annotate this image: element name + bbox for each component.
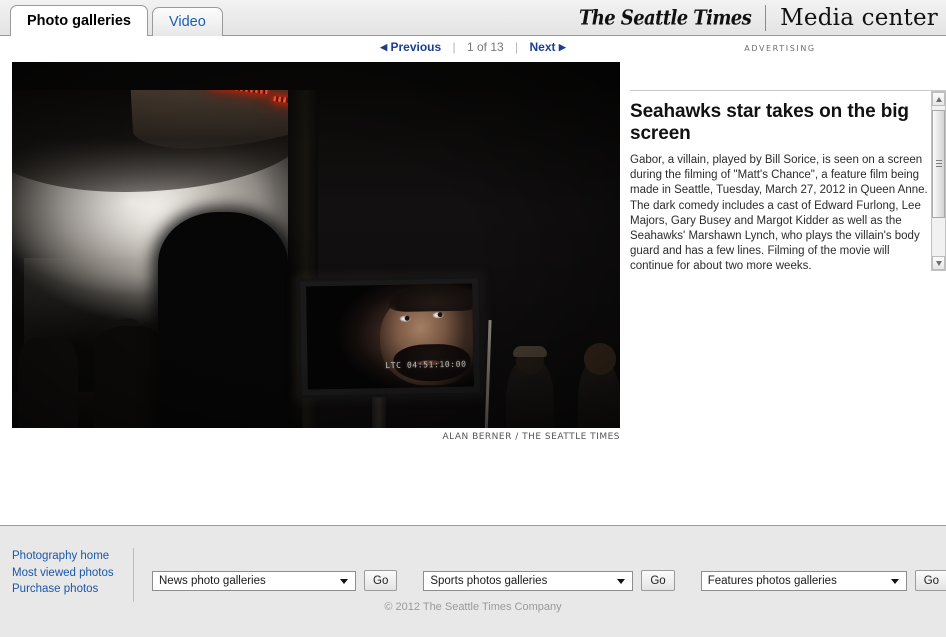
footer-divider — [133, 548, 134, 602]
masthead: The Seattle Times Media center — [579, 2, 938, 34]
footer-links: Photography home Most viewed photos Purc… — [12, 548, 128, 598]
footer-link-most-viewed-photos[interactable]: Most viewed photos — [12, 565, 128, 582]
site-footer: Photography home Most viewed photos Purc… — [0, 525, 946, 637]
scrollbar-grip-icon — [936, 160, 942, 168]
features-gallery-selector-group: Features photos galleries Go — [700, 570, 946, 591]
tab-video[interactable]: Video — [151, 7, 223, 36]
copyright-text: © 2012 The Seattle Times Company — [384, 601, 562, 613]
caption-scrollbar[interactable] — [931, 91, 946, 271]
site-header: Photo galleries Video The Seattle Times … — [0, 0, 946, 37]
gallery-photo[interactable]: LTC 04:51:10:00 — [12, 62, 620, 428]
page-root: Photo galleries Video The Seattle Times … — [0, 0, 946, 637]
page-counter: 1 of 13 — [466, 40, 504, 54]
gallery-nav-strip: ◀ Previous | 1 of 13 | Next ▶ ADVERTISIN… — [0, 36, 946, 62]
footer-link-purchase-photos[interactable]: Purchase photos — [12, 581, 128, 598]
news-gallery-select[interactable]: News photo galleries — [152, 570, 356, 591]
photo-figure-main-body — [158, 212, 288, 428]
tab-photo-galleries[interactable]: Photo galleries — [10, 5, 148, 37]
caption-panel: Seahawks star takes on the big screen Ga… — [630, 90, 946, 275]
features-gallery-go-button[interactable]: Go — [914, 570, 946, 591]
chevron-down-icon — [617, 578, 626, 584]
pager-separator-left: | — [452, 40, 456, 54]
news-gallery-go-button[interactable]: Go — [364, 570, 398, 591]
chevron-down-icon — [890, 578, 899, 584]
news-gallery-select-value: News photo galleries — [159, 574, 266, 587]
seattle-times-logo[interactable]: The Seattle Times — [579, 6, 765, 30]
monitor-screen: LTC 04:51:10:00 — [306, 283, 474, 390]
tab-photo-galleries-label: Photo galleries — [27, 13, 131, 29]
caption-title: Seahawks star takes on the big screen — [630, 101, 909, 144]
sports-gallery-select-value: Sports photos galleries — [430, 574, 548, 587]
photo-credit: ALAN BERNER / THE SEATTLE TIMES — [442, 432, 620, 442]
chevron-down-icon — [340, 578, 348, 584]
monitor-face-hair — [389, 283, 474, 312]
tab-bar: Photo galleries Video — [10, 5, 223, 37]
scroll-down-icon[interactable] — [932, 256, 945, 270]
previous-label: Previous — [390, 40, 442, 54]
gallery-selectors: News photo galleries Go Sports photos ga… — [152, 570, 946, 591]
advertising-label: ADVERTISING — [744, 44, 816, 53]
previous-arrow-icon: ◀ — [380, 42, 388, 52]
media-center-title: Media center — [780, 5, 938, 31]
next-button[interactable]: Next ▶ — [530, 40, 566, 54]
tab-video-label: Video — [168, 14, 206, 30]
pager-separator-right: | — [515, 40, 519, 54]
main-content: LTC 04:51:10:00 ALAN BERNER / THE SEATTL… — [0, 62, 946, 514]
sports-gallery-go-button[interactable]: Go — [641, 570, 675, 591]
monitor-timecode: LTC 04:51:10:00 — [385, 359, 467, 371]
features-gallery-select-value: Features photos galleries — [707, 574, 837, 587]
photo-figure-woman — [94, 326, 166, 428]
next-label: Next — [529, 40, 556, 54]
photo-top-dark-band — [12, 62, 620, 90]
caption-body: Gabor, a villain, played by Bill Sorice,… — [630, 154, 928, 273]
sports-gallery-selector-group: Sports photos galleries Go — [423, 570, 675, 591]
sports-gallery-select[interactable]: Sports photos galleries — [423, 570, 634, 591]
scroll-up-icon[interactable] — [932, 92, 945, 106]
photo-container: LTC 04:51:10:00 ALAN BERNER / THE SEATTL… — [12, 62, 620, 442]
photo-figure-left — [18, 338, 78, 428]
next-arrow-icon: ▶ — [558, 42, 566, 52]
previous-button[interactable]: ◀ Previous — [380, 40, 441, 54]
footer-link-photography-home[interactable]: Photography home — [12, 548, 128, 565]
photo-crew-member-b-head — [584, 343, 616, 375]
photo-crew-member-a-cap — [513, 346, 547, 357]
features-gallery-select[interactable]: Features photos galleries — [700, 570, 907, 591]
video-monitor: LTC 04:51:10:00 — [296, 275, 484, 399]
scrollbar-thumb[interactable] — [932, 110, 945, 218]
news-gallery-selector-group: News photo galleries Go — [152, 570, 398, 591]
